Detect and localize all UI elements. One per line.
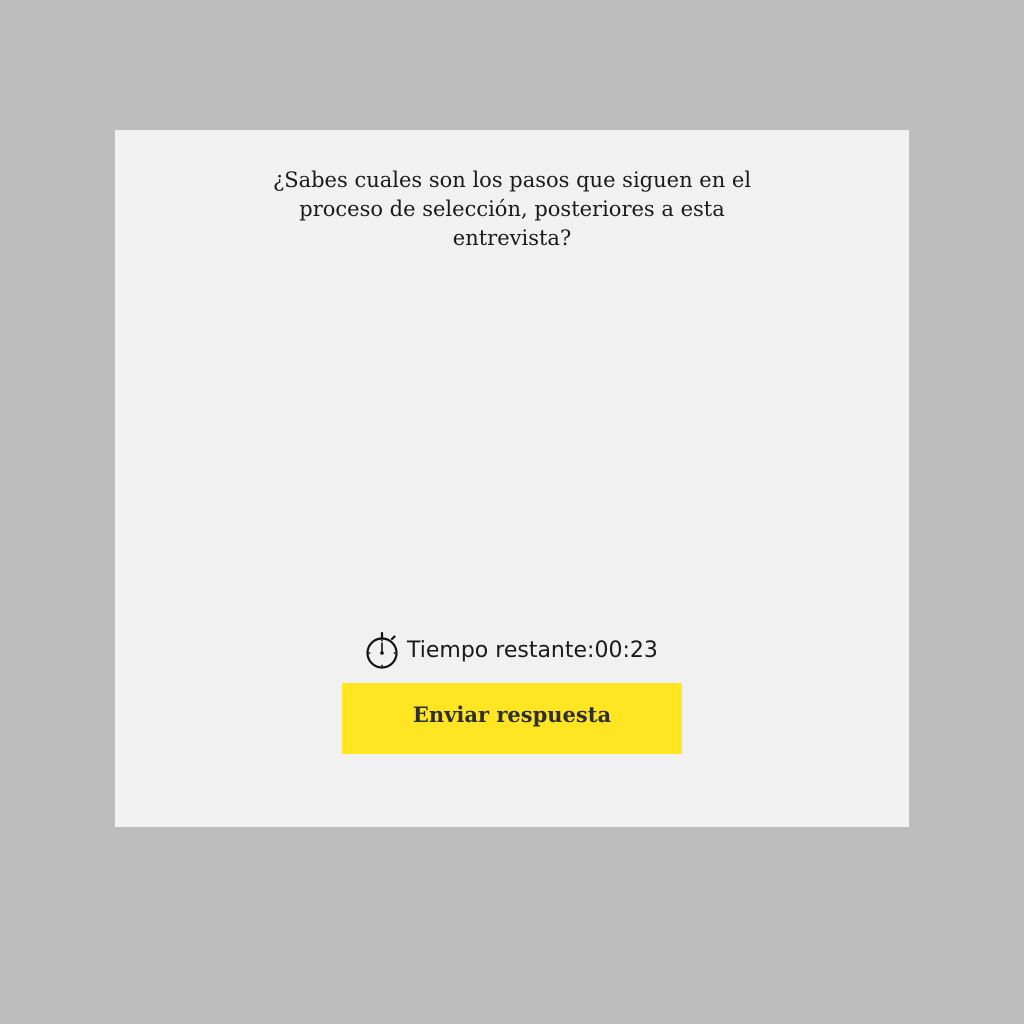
stopwatch-icon [366, 631, 398, 669]
timer-value: 00:23 [594, 637, 658, 663]
timer-text: Tiempo restante:00:23 [407, 638, 658, 663]
submit-answer-button[interactable]: Enviar respuesta [342, 683, 682, 754]
timer-label: Tiempo restante: [407, 637, 595, 663]
question-text: ¿Sabes cuales son los pasos que siguen e… [272, 168, 752, 250]
page-background: ¿Sabes cuales son los pasos que siguen e… [0, 0, 1024, 1024]
question-card: ¿Sabes cuales son los pasos que siguen e… [115, 130, 909, 827]
countdown-timer: Tiempo restante:00:23 [365, 630, 658, 670]
